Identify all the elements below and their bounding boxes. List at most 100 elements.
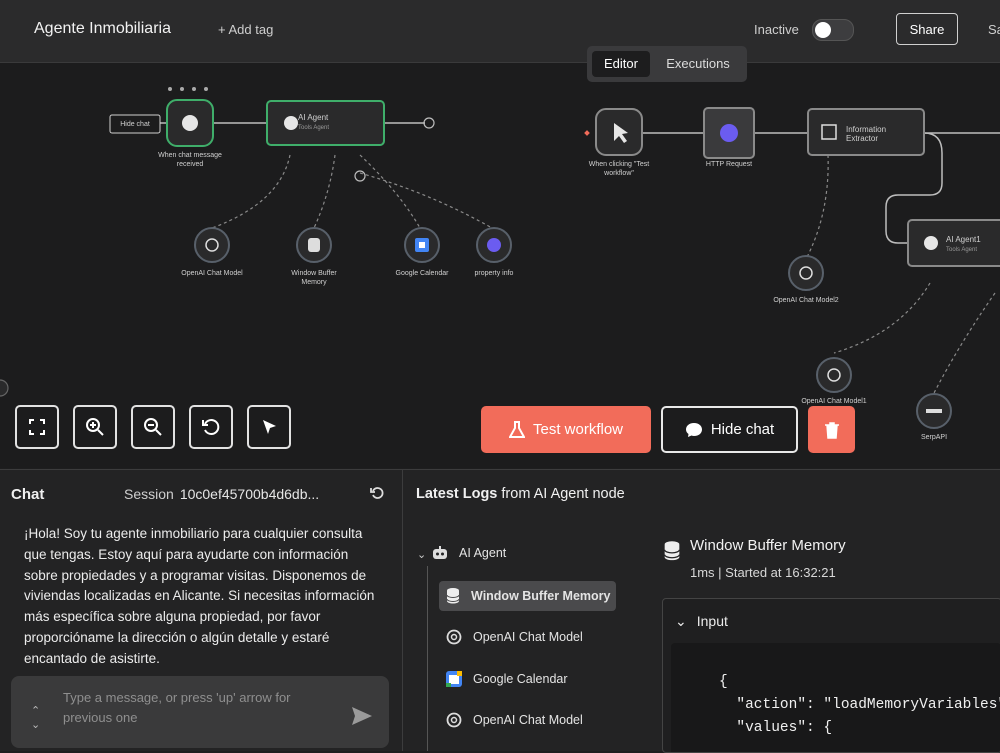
manual-trigger-label: When clicking "Test workflow" xyxy=(588,161,650,177)
property-info-label: property info xyxy=(474,270,514,277)
openai-chat-model-label: OpenAI Chat Model xyxy=(181,270,243,277)
detail-subtitle: 1ms | Started at 16:32:21 xyxy=(690,565,836,580)
test-workflow-label: Test workflow xyxy=(532,421,624,438)
hide-chat-tag-label: Hide chat xyxy=(120,121,150,128)
chat-input-placeholder: Type a message, or press 'up' arrow for … xyxy=(63,690,291,725)
code-line: "action": "loadMemoryVariables", xyxy=(719,697,1000,713)
zoom-in-icon xyxy=(86,418,104,436)
view-tabs: Editor Executions xyxy=(587,46,747,82)
chat-bubble-icon xyxy=(182,115,198,131)
logs-title-rest: from AI Agent node xyxy=(501,486,625,502)
json-code: { "action": "loadMemoryVariables", "valu… xyxy=(719,671,1000,740)
chevron-down-icon[interactable]: ⌄ xyxy=(417,548,426,561)
tree-line xyxy=(427,566,428,751)
robot-icon xyxy=(924,236,938,250)
chat-message: ¡Hola! Soy tu agente inmobiliario para c… xyxy=(24,526,375,666)
toggle-knob xyxy=(815,22,831,38)
database-icon xyxy=(446,588,460,604)
send-icon xyxy=(352,707,372,725)
wand-icon xyxy=(263,420,276,434)
detail-title: Window Buffer Memory xyxy=(690,537,846,554)
database-icon xyxy=(308,238,320,252)
database-icon xyxy=(662,540,682,567)
openai-chat-model1-label: OpenAI Chat Model1 xyxy=(801,398,867,405)
share-button[interactable]: Share xyxy=(896,13,958,45)
session-id: 10c0ef45700b4d6db... xyxy=(179,486,320,502)
reset-zoom-button[interactable] xyxy=(189,405,233,449)
trash-icon xyxy=(824,421,839,439)
google-calendar-icon xyxy=(446,671,462,687)
robot-icon xyxy=(284,116,298,130)
zoom-out-button[interactable] xyxy=(131,405,175,449)
chat-trigger-label: When chat message received xyxy=(158,152,222,168)
window-buffer-memory-label: Window Buffer Memory xyxy=(291,270,337,286)
add-tool-plus[interactable] xyxy=(354,170,366,182)
google-calendar-label: Google Calendar xyxy=(395,270,449,277)
chat-panel: Chat Session 10c0ef45700b4d6db... ¡Hola! … xyxy=(0,470,403,751)
code-line: "values": { xyxy=(719,720,833,736)
globe-icon xyxy=(487,238,501,252)
add-node-plus[interactable] xyxy=(423,117,435,129)
hide-chat-button[interactable]: Hide chat xyxy=(661,406,798,453)
flask-icon xyxy=(508,420,525,438)
add-tag-button[interactable]: + Add tag xyxy=(218,22,273,37)
openai-chat-model1-node[interactable] xyxy=(816,357,852,393)
tidy-up-button[interactable] xyxy=(247,405,291,449)
chevron-down-icon: ⌄ xyxy=(675,613,687,629)
ai-agent1-label: AI Agent1 xyxy=(946,235,981,244)
session-info: Session 10c0ef45700b4d6db... xyxy=(124,486,319,502)
hide-chat-label: Hide chat xyxy=(710,421,775,438)
tree-item-label: AI Agent xyxy=(459,546,507,560)
tab-editor[interactable]: Editor xyxy=(592,51,650,77)
code-line: { xyxy=(719,674,728,690)
openai-chat-model-node[interactable] xyxy=(194,227,230,263)
openai-chat-model2-label: OpenAI Chat Model2 xyxy=(773,297,839,304)
session-label: Session xyxy=(124,486,174,502)
undo-icon xyxy=(202,419,220,435)
top-bar: Agente Inmobiliaria + Add tag Inactive S… xyxy=(0,0,1000,63)
tree-item-ai-agent[interactable]: AI Agent xyxy=(431,538,506,568)
delete-button[interactable] xyxy=(808,406,855,453)
tree-item-label: OpenAI Chat Model xyxy=(473,713,583,727)
zoom-in-button[interactable] xyxy=(73,405,117,449)
send-button[interactable] xyxy=(351,706,373,731)
save-button[interactable]: Sa xyxy=(988,22,1000,37)
fit-view-button[interactable] xyxy=(15,405,59,449)
history-arrows[interactable]: ⌃ ⌄ xyxy=(31,704,40,732)
active-toggle[interactable] xyxy=(812,19,854,41)
tree-item-label: Window Buffer Memory xyxy=(471,589,611,603)
ai-agent-sublabel: Tools Agent xyxy=(298,125,330,131)
ai-agent1-sublabel: Tools Agent xyxy=(946,247,978,253)
bottom-panel: Chat Session 10c0ef45700b4d6db... ¡Hola! … xyxy=(0,469,1000,753)
json-viewer: { "action": "loadMemoryVariables", "valu… xyxy=(671,643,1000,752)
openai-icon xyxy=(446,629,462,645)
chat-input[interactable]: ⌃ ⌄ Type a message, or press 'up' arrow f… xyxy=(11,676,389,748)
robot-icon xyxy=(433,546,447,559)
tree-item-window-buffer-memory[interactable]: Window Buffer Memory xyxy=(439,581,617,611)
input-label: Input xyxy=(696,613,728,629)
chat-bubble-icon xyxy=(685,422,702,437)
tab-executions[interactable]: Executions xyxy=(653,51,743,77)
globe-icon xyxy=(720,124,738,142)
tree-item-google-calendar[interactable]: Google Calendar xyxy=(445,664,568,694)
serpapi-label: SerpAPI xyxy=(920,434,948,441)
openai-icon xyxy=(446,712,462,728)
tree-item-label: OpenAI Chat Model xyxy=(473,630,583,644)
http-request-label: HTTP Request xyxy=(705,161,753,168)
zoom-out-icon xyxy=(144,418,162,436)
input-section: ⌄ Input { "action": "loadMemoryVariables"… xyxy=(662,598,1000,753)
tree-item-label: Google Calendar xyxy=(473,672,568,686)
status-label: Inactive xyxy=(754,22,799,37)
chat-title: Chat xyxy=(11,486,45,503)
information-extractor-label: Information Extractor xyxy=(846,125,887,143)
reset-session-button[interactable] xyxy=(370,486,384,504)
logs-panel: Latest Logs from AI Agent node ⌄ AI Agen… xyxy=(403,470,1000,753)
test-workflow-button[interactable]: Test workflow xyxy=(481,406,651,453)
workflow-name[interactable]: Agente Inmobiliaria xyxy=(34,20,171,38)
input-toggle[interactable]: ⌄ Input xyxy=(675,613,728,630)
tree-item-openai-chat-model[interactable]: OpenAI Chat Model xyxy=(445,622,583,652)
fullscreen-icon xyxy=(29,419,45,435)
logs-title-bold: Latest Logs xyxy=(416,486,498,502)
openai-chat-model2-node[interactable] xyxy=(788,255,824,291)
tree-item-openai-chat-model-2[interactable]: OpenAI Chat Model xyxy=(445,705,583,735)
